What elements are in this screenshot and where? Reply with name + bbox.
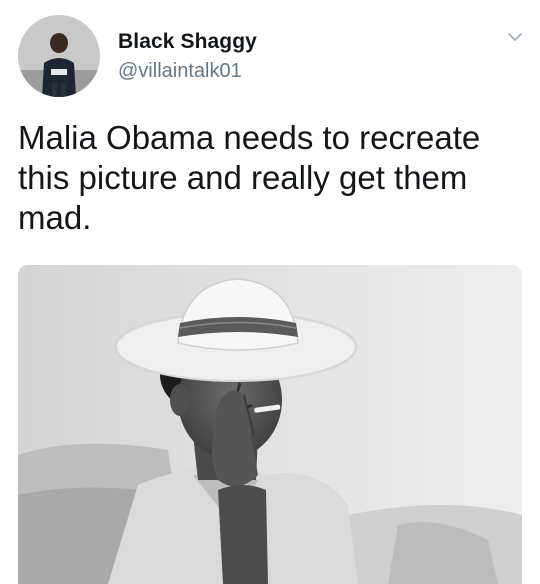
author-handle[interactable]: @villaintalk01 (118, 60, 242, 83)
user-avatar-icon (18, 15, 100, 97)
tweet-card: Black Shaggy @villaintalk01 Malia Obama … (0, 0, 540, 584)
tweet-menu-button[interactable] (504, 28, 526, 46)
photo-image (18, 265, 522, 584)
chevron-down-icon (508, 33, 522, 41)
author-display-name[interactable]: Black Shaggy (118, 30, 257, 54)
author-avatar[interactable] (18, 15, 100, 97)
tweet-text: Malia Obama needs to recreate this pictu… (18, 119, 481, 236)
tweet-photo[interactable] (18, 265, 522, 584)
